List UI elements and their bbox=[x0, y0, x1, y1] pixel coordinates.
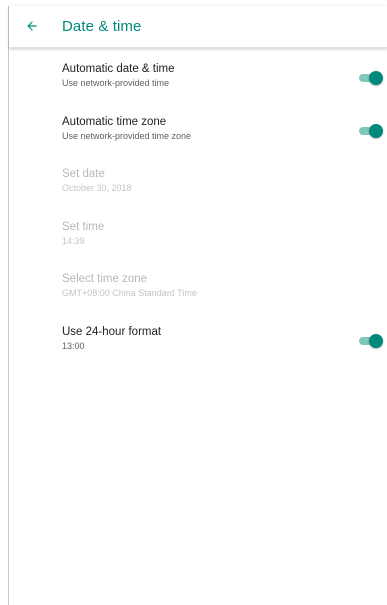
setting-set-date: Set date October 30, 2018 bbox=[9, 167, 387, 217]
arrow-back-icon bbox=[25, 19, 39, 33]
setting-select-time-zone: Select time zone GMT+08:00 China Standar… bbox=[9, 272, 387, 322]
app-bar: Date & time bbox=[9, 6, 387, 48]
setting-summary: 14:39 bbox=[62, 236, 85, 246]
setting-title: Automatic time zone bbox=[62, 116, 167, 128]
date-time-settings-screen: Date & time Automatic date & time Use ne… bbox=[8, 6, 387, 605]
setting-use-24-hour-format[interactable]: Use 24-hour format 13:00 bbox=[9, 325, 387, 375]
automatic-time-zone-switch[interactable] bbox=[359, 124, 383, 138]
switch-thumb bbox=[369, 334, 383, 348]
setting-set-time: Set time 14:39 bbox=[9, 220, 387, 270]
setting-summary: Use network-provided time bbox=[62, 78, 170, 88]
setting-summary: October 30, 2018 bbox=[62, 183, 132, 193]
setting-automatic-time-zone[interactable]: Automatic time zone Use network-provided… bbox=[9, 115, 387, 165]
back-button[interactable] bbox=[22, 16, 42, 36]
setting-automatic-date-time[interactable]: Automatic date & time Use network-provid… bbox=[9, 62, 387, 112]
setting-summary: GMT+08:00 China Standard Time bbox=[62, 288, 197, 298]
page-title: Date & time bbox=[62, 18, 142, 35]
setting-title: Select time zone bbox=[62, 273, 148, 285]
setting-title: Use 24-hour format bbox=[62, 326, 162, 338]
setting-summary: 13:00 bbox=[62, 341, 85, 351]
setting-title: Set date bbox=[62, 168, 105, 180]
use-24-hour-format-switch[interactable] bbox=[359, 334, 383, 348]
automatic-date-time-switch[interactable] bbox=[359, 71, 383, 85]
setting-summary: Use network-provided time zone bbox=[62, 131, 192, 141]
switch-thumb bbox=[369, 124, 383, 138]
setting-title: Automatic date & time bbox=[62, 63, 175, 75]
setting-title: Set time bbox=[62, 221, 105, 233]
switch-thumb bbox=[369, 71, 383, 85]
